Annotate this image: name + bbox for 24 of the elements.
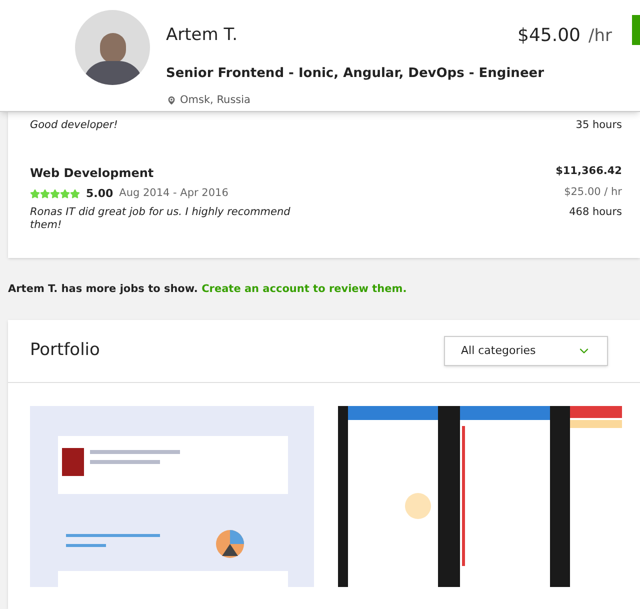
job-earnings: $11,366.42 [556,164,622,179]
star-icon [60,189,70,199]
location: Omsk, Russia [180,93,250,108]
more-jobs-notice: Artem T. has more jobs to show. Create an account to review them. [8,282,408,297]
star-icon [40,189,50,199]
action-button[interactable] [632,15,640,45]
category-dropdown[interactable]: All categories [444,336,608,366]
star-icon [50,189,60,199]
hourly-rate: $45.00 [518,24,580,48]
freelancer-name: Artem T. [166,24,238,47]
job-comment: Good developer! [30,118,118,133]
star-icon [70,189,80,199]
portfolio-heading: Portfolio [30,339,100,362]
job-score: 5.00 [86,186,114,202]
freelancer-title: Senior Frontend - Ionic, Angular, DevOps - Engineer [166,64,545,82]
rate-unit: /hr [588,25,612,48]
job-comment: Ronas IT did great job for us. I highly recommend them! [30,206,292,232]
job-title: Web Development [30,164,155,182]
job-rate: $25.00 / hr [564,184,622,200]
location-pin-icon [166,95,177,106]
job-hours: 468 hours [569,205,622,220]
star-icon [30,189,40,199]
job-hours: 35 hours [576,118,622,133]
job-dates: Aug 2014 - Apr 2016 [119,186,228,202]
